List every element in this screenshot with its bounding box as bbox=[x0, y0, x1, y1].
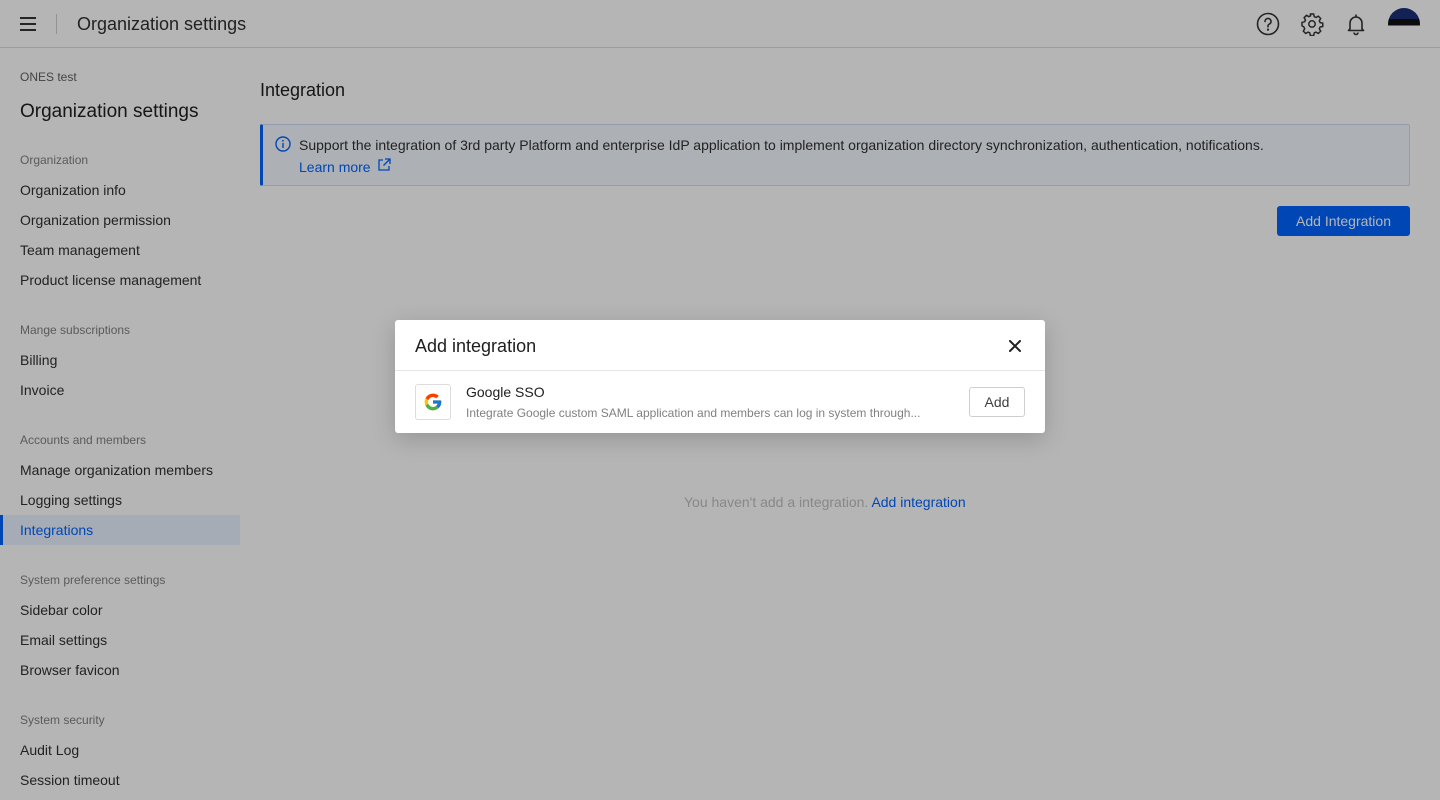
add-google-sso-button[interactable]: Add bbox=[969, 387, 1025, 417]
integration-name: Google SSO bbox=[466, 384, 545, 400]
modal-title: Add integration bbox=[415, 336, 537, 356]
integration-description: Integrate Google custom SAML application… bbox=[466, 406, 921, 420]
add-integration-modal: Add integration Google SSO Integrate Goo… bbox=[395, 320, 1045, 433]
google-logo-icon bbox=[415, 384, 451, 420]
close-icon[interactable] bbox=[1004, 335, 1026, 357]
modal-divider bbox=[395, 370, 1045, 371]
